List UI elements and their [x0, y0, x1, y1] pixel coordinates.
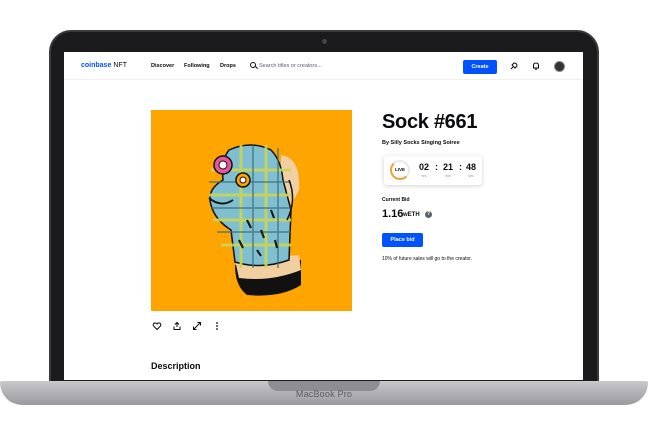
bell-icon[interactable] [530, 61, 542, 73]
laptop-base [0, 381, 648, 417]
current-bid-unit: wETH [403, 212, 420, 218]
nav-link-drops[interactable]: Drops [220, 63, 236, 69]
current-bid-label: Current Bid [382, 197, 410, 203]
timer-colon: : [435, 162, 438, 172]
top-nav: coinbase NFT Discover Following Drops Sea… [64, 52, 583, 80]
info-icon[interactable]: ? [425, 211, 432, 218]
current-bid-amount: 1.16 [382, 208, 404, 220]
timer-minutes: 21 [442, 162, 453, 172]
camera [322, 39, 327, 44]
place-bid-button[interactable]: Place bid [382, 233, 423, 247]
timer-hours-label: hrs [421, 174, 427, 178]
avatar[interactable] [554, 61, 565, 72]
share-icon[interactable] [171, 321, 183, 333]
sock-illustration [151, 110, 352, 311]
creator-link[interactable]: By Silly Socks Singing Soiree [382, 140, 460, 146]
timer-seconds-label: sec [468, 174, 474, 178]
nft-artwork[interactable] [151, 110, 352, 311]
expand-icon[interactable] [191, 321, 203, 333]
search-icon [250, 62, 256, 68]
description-heading: Description [151, 361, 201, 371]
search-input[interactable]: Search titles or creators... [250, 61, 360, 71]
heart-icon[interactable] [151, 321, 163, 333]
nav-link-discover[interactable]: Discover [151, 63, 174, 69]
coinbase-nft-logo[interactable]: coinbase NFT [81, 62, 127, 69]
timer-hours: 02 [418, 162, 429, 172]
browser-screen: coinbase NFT Discover Following Drops Sea… [64, 52, 583, 380]
search-placeholder: Search titles or creators... [259, 63, 322, 69]
page-title: Sock #661 [382, 111, 478, 133]
royalty-note: 10% of future sales will go to the creat… [382, 256, 473, 262]
auction-timer: LIVE 02 hrs : 21 min : 48 sec [384, 156, 482, 185]
timer-seconds: 48 [465, 162, 476, 172]
create-button[interactable]: Create [463, 60, 497, 74]
device-label: MacBook Pro [295, 389, 353, 399]
more-icon[interactable] [211, 321, 223, 333]
nav-link-following[interactable]: Following [184, 63, 210, 69]
live-badge: LIVE [390, 160, 410, 180]
timer-minutes-label: min [445, 174, 451, 178]
rocket-icon[interactable] [508, 61, 520, 73]
